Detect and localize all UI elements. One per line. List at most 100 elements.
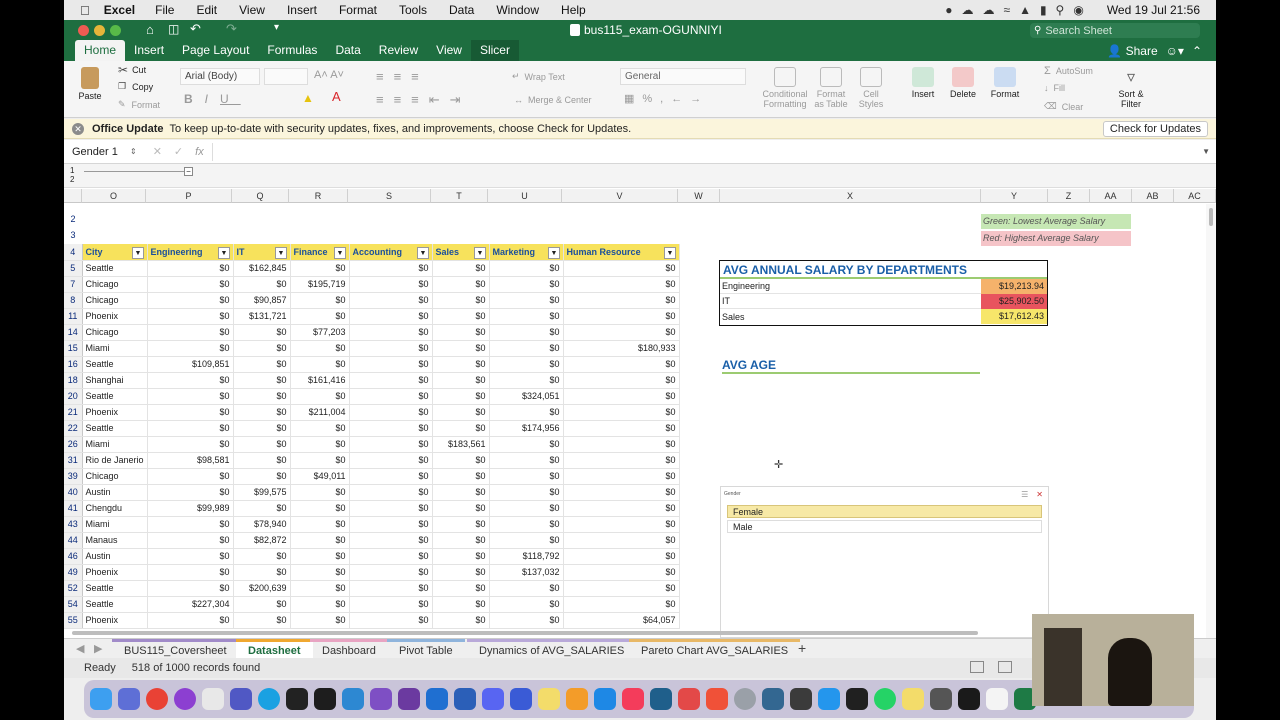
salary-cell[interactable]: $0 (489, 516, 564, 533)
salary-cell[interactable]: $0 (147, 580, 234, 597)
name-box-stepper-icon[interactable]: ⇕ (130, 147, 137, 156)
salary-cell[interactable]: $64,057 (563, 612, 680, 629)
collapse-ribbon-icon[interactable]: ⌃ (1192, 44, 1202, 58)
chrome-icon[interactable] (146, 688, 168, 710)
terminal-icon[interactable] (846, 688, 868, 710)
city-cell[interactable]: Austin (82, 548, 148, 565)
multi-select-icon[interactable]: ☰ (1021, 490, 1028, 499)
salary-cell[interactable]: $99,989 (147, 500, 234, 517)
col-header-Q[interactable]: Q (232, 189, 289, 203)
salary-cell[interactable]: $0 (349, 340, 433, 357)
city-cell[interactable]: Miami (82, 340, 148, 357)
city-cell[interactable]: Seattle (82, 580, 148, 597)
copy-button[interactable]: ❐ Copy (118, 81, 153, 92)
vertical-scrollbar[interactable] (1206, 204, 1216, 638)
salary-cell[interactable]: $0 (290, 548, 350, 565)
salary-cell[interactable]: $0 (432, 484, 490, 501)
salary-cell[interactable]: $0 (432, 292, 490, 309)
salary-cell[interactable]: $0 (563, 388, 680, 405)
salary-cell[interactable]: $0 (233, 452, 291, 469)
tab-review[interactable]: Review (370, 40, 427, 61)
salary-cell[interactable]: $0 (563, 324, 680, 341)
col-header-R[interactable]: R (289, 189, 348, 203)
salary-cell[interactable]: $0 (147, 372, 234, 389)
city-cell[interactable]: Seattle (82, 356, 148, 373)
salary-cell[interactable]: $0 (233, 276, 291, 293)
salary-cell[interactable]: $78,940 (233, 516, 291, 533)
row-header[interactable]: 43 (64, 516, 83, 533)
city-cell[interactable]: Seattle (82, 420, 148, 437)
font-name-select[interactable]: Arial (Body) (180, 68, 260, 85)
salary-cell[interactable]: $0 (432, 420, 490, 437)
salary-cell[interactable]: $0 (233, 340, 291, 357)
console-icon[interactable] (958, 688, 980, 710)
row-header[interactable]: 11 (64, 308, 83, 325)
salary-cell[interactable]: $0 (489, 324, 564, 341)
salary-cell[interactable]: $131,721 (233, 308, 291, 325)
city-cell[interactable]: Chicago (82, 468, 148, 485)
apple-icon[interactable]:  (80, 3, 90, 18)
number-format-select[interactable]: General (620, 68, 746, 85)
vertical-scroll-thumb[interactable] (1209, 208, 1213, 226)
sheet-tab-pareto[interactable]: Pareto Chart AVG_SALARIES (629, 639, 801, 658)
salary-cell[interactable]: $0 (432, 564, 490, 581)
salary-cell[interactable]: $0 (563, 516, 680, 533)
salary-cell[interactable]: $0 (349, 596, 433, 613)
row-header[interactable]: 52 (64, 580, 83, 597)
salary-cell[interactable]: $0 (147, 276, 234, 293)
salary-cell[interactable]: $0 (563, 308, 680, 325)
salary-cell[interactable]: $0 (563, 580, 680, 597)
salary-cell[interactable]: $0 (432, 404, 490, 421)
col-header-T[interactable]: T (431, 189, 488, 203)
redo-icon[interactable]: ↷ (226, 21, 237, 37)
app-menu[interactable]: Excel (104, 3, 135, 17)
row-header[interactable]: 31 (64, 452, 83, 469)
salary-cell[interactable]: $0 (563, 484, 680, 501)
salary-cell[interactable]: $0 (349, 580, 433, 597)
horizontal-scroll-thumb[interactable] (72, 631, 978, 635)
salary-cell[interactable]: $0 (489, 372, 564, 389)
city-cell[interactable]: Seattle (82, 260, 148, 277)
salary-cell[interactable]: $0 (563, 532, 680, 549)
row-header[interactable]: 22 (64, 420, 83, 437)
salary-cell[interactable]: $0 (432, 516, 490, 533)
filter-dropdown-icon[interactable]: ▼ (664, 247, 676, 259)
search-sheet[interactable]: ⚲ Search Sheet (1030, 23, 1200, 38)
salary-cell[interactable]: $0 (233, 372, 291, 389)
salary-cell[interactable]: $0 (489, 484, 564, 501)
minimize-window-icon[interactable] (94, 25, 105, 36)
salary-cell[interactable]: $0 (233, 404, 291, 421)
col-header-V[interactable]: V (562, 189, 678, 203)
salary-cell[interactable]: $324,051 (489, 388, 564, 405)
home-icon[interactable]: ⌂ (146, 22, 154, 37)
row-header[interactable]: 40 (64, 484, 83, 501)
city-cell[interactable]: Manaus (82, 532, 148, 549)
salary-cell[interactable]: $118,792 (489, 548, 564, 565)
format-cells-button[interactable]: Format (988, 67, 1022, 99)
col-header-AA[interactable]: AA (1090, 189, 1132, 203)
salary-cell[interactable]: $0 (489, 404, 564, 421)
salary-cell[interactable]: $0 (563, 548, 680, 565)
salary-cell[interactable]: $0 (563, 260, 680, 277)
fill-color-icon[interactable]: ▲ (302, 91, 314, 105)
salary-cell[interactable]: $0 (290, 388, 350, 405)
salary-cell[interactable]: $0 (489, 292, 564, 309)
format-painter-button[interactable]: ✎ Format (118, 99, 160, 110)
finder-icon[interactable] (90, 688, 112, 710)
salary-cell[interactable]: $0 (563, 500, 680, 517)
salary-cell[interactable]: $0 (290, 564, 350, 581)
salary-cell[interactable]: $0 (432, 340, 490, 357)
salary-cell[interactable]: $0 (290, 356, 350, 373)
row-header-4[interactable]: 4 (64, 244, 83, 261)
salary-cell[interactable]: $0 (432, 260, 490, 277)
salary-cell[interactable]: $0 (349, 436, 433, 453)
salary-cell[interactable]: $211,004 (290, 404, 350, 421)
row-header[interactable]: 8 (64, 292, 83, 309)
salary-cell[interactable]: $0 (563, 452, 680, 469)
salary-cell[interactable]: $0 (489, 532, 564, 549)
tableau-icon[interactable] (650, 688, 672, 710)
city-cell[interactable]: Miami (82, 436, 148, 453)
salary-cell[interactable]: $0 (147, 468, 234, 485)
salary-cell[interactable]: $0 (563, 404, 680, 421)
city-cell[interactable]: Austin (82, 484, 148, 501)
